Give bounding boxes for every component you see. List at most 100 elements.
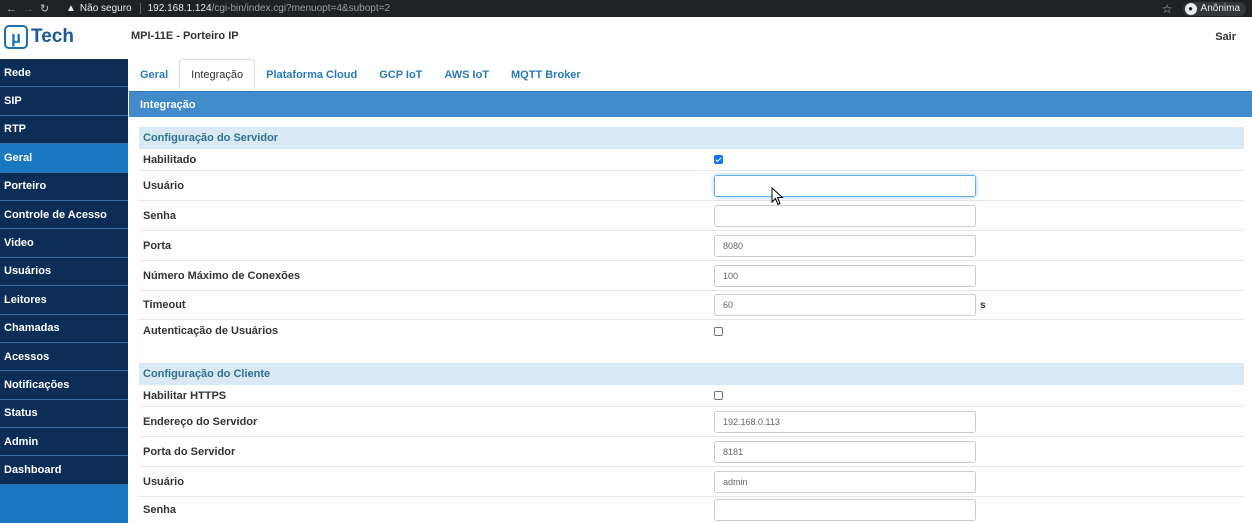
url-path: /cgi-bin/index.cgi?menuopt=4&subopt=2 (211, 3, 391, 14)
https-checkbox[interactable] (714, 391, 723, 400)
client-password-label: Senha (143, 504, 177, 516)
client-config-title: Configuração do Cliente (139, 363, 1244, 385)
sidebar-item-geral[interactable]: Geral (0, 144, 128, 173)
security-label: Não seguro (79, 3, 132, 14)
client-password-input[interactable] (714, 499, 976, 521)
tab-bar: Geral Integração Plataforma Cloud GCP Io… (129, 59, 592, 89)
sidebar-item-label: Controle de Acesso (4, 208, 107, 221)
sidebar-item-video[interactable]: Video (0, 229, 128, 258)
sidebar-item-label: Notificações (4, 378, 70, 391)
sidebar: Rede SIP RTP Geral Porteiro Controle de … (0, 59, 128, 523)
back-icon[interactable]: ← (6, 3, 17, 15)
url-host: 192.168.1.124 (147, 3, 212, 14)
sidebar-item-acessos[interactable]: Acessos (0, 342, 128, 372)
panel-title: Integração (129, 91, 1252, 117)
sidebar-item-porteiro[interactable]: Porteiro (0, 172, 128, 201)
logo-text: Tech (31, 26, 74, 47)
client-user-input[interactable] (714, 470, 976, 493)
server-password-row: Senha (139, 201, 1244, 231)
sidebar-item-label: RTP (4, 123, 26, 136)
server-user-row: Usuário (139, 171, 1244, 201)
logo-mark: µ (4, 25, 28, 49)
server-address-input[interactable] (714, 410, 976, 433)
page-title: MPI-11E - Porteiro IP (131, 30, 239, 42)
timeout-input[interactable] (714, 294, 976, 316)
timeout-unit: s (980, 299, 986, 311)
incognito-icon: ● (1184, 2, 1197, 15)
sidebar-item-label: Status (4, 407, 38, 420)
server-password-label: Senha (143, 209, 177, 222)
browser-toolbar: ← → ↻ ▲ Não seguro 192.168.1.124/cgi-bin… (0, 0, 1252, 17)
tab-geral[interactable]: Geral (129, 60, 179, 89)
server-enabled-checkbox[interactable] (714, 155, 723, 164)
forward-icon[interactable]: → (23, 3, 34, 15)
sidebar-item-label: Video (4, 237, 34, 250)
browser-nav: ← → ↻ (0, 2, 66, 16)
server-address-label: Endereço do Servidor (143, 415, 258, 428)
client-user-row: Usuário (139, 467, 1244, 497)
tab-gcp-iot[interactable]: GCP IoT (368, 60, 433, 89)
timeout-label: Timeout (143, 299, 186, 311)
server-user-label: Usuário (143, 179, 184, 192)
sidebar-item-sip[interactable]: SIP (0, 87, 128, 116)
server-address-row: Endereço do Servidor (139, 407, 1244, 437)
server-port-row: Porta (139, 231, 1244, 261)
sidebar-item-label: Chamadas (4, 322, 60, 335)
app-header: µ Tech MPI-11E - Porteiro IP Sair (0, 17, 1252, 59)
profile-label: Anônima (1200, 3, 1240, 14)
client-user-label: Usuário (143, 475, 184, 488)
reload-icon[interactable]: ↻ (40, 2, 49, 15)
bookmark-star-icon[interactable]: ☆ (1162, 2, 1173, 16)
server-enabled-row: Habilitado (139, 149, 1244, 171)
sidebar-item-rtp[interactable]: RTP (0, 115, 128, 145)
user-auth-checkbox[interactable] (714, 326, 723, 336)
server-config-title: Configuração do Servidor (139, 127, 1244, 149)
timeout-row: Timeout s (139, 291, 1244, 320)
client-server-port-row: Porta do Servidor (139, 437, 1244, 467)
client-server-port-input[interactable] (714, 440, 976, 463)
server-port-label: Porta (143, 239, 172, 252)
tab-aws-iot[interactable]: AWS IoT (433, 60, 500, 89)
max-connections-label: Número Máximo de Conexões (143, 269, 301, 282)
server-password-input[interactable] (714, 204, 976, 227)
address-separator (139, 3, 141, 14)
tab-integracao[interactable]: Integração (179, 59, 256, 89)
sidebar-item-dashboard[interactable]: Dashboard (0, 456, 128, 485)
mouse-pointer-icon (771, 187, 784, 206)
client-server-port-label: Porta do Servidor (143, 445, 236, 458)
sidebar-item-controle-acesso[interactable]: Controle de Acesso (0, 200, 128, 230)
address-bar[interactable]: ▲ Não seguro 192.168.1.124/cgi-bin/index… (66, 1, 391, 16)
sidebar-item-label: Acessos (4, 350, 50, 363)
sidebar-item-admin[interactable]: Admin (0, 428, 128, 457)
user-auth-label: Autenticação de Usuários (143, 325, 279, 337)
sidebar-item-label: Dashboard (4, 464, 62, 477)
sidebar-item-chamadas[interactable]: Chamadas (0, 314, 128, 343)
sidebar-item-notificacoes[interactable]: Notificações (0, 371, 128, 400)
sidebar-item-label: Admin (4, 435, 39, 448)
server-enabled-label: Habilitado (143, 153, 197, 166)
sidebar-item-label: SIP (4, 95, 22, 108)
user-auth-row: Autenticação de Usuários (139, 320, 1244, 342)
server-port-input[interactable] (714, 234, 976, 257)
https-row: Habilitar HTTPS (139, 385, 1244, 407)
profile-button[interactable]: ● Anônima (1182, 1, 1246, 16)
logout-link[interactable]: Sair (1215, 31, 1236, 43)
sidebar-item-label: Porteiro (4, 180, 47, 193)
sidebar-item-label: Rede (4, 66, 31, 79)
logo: µ Tech (4, 25, 74, 49)
max-connections-input[interactable] (714, 264, 976, 287)
warning-icon: ▲ (66, 3, 76, 14)
sidebar-item-leitores[interactable]: Leitores (0, 286, 128, 315)
sidebar-item-label: Leitores (4, 293, 47, 306)
sidebar-item-rede[interactable]: Rede (0, 59, 128, 88)
https-label: Habilitar HTTPS (143, 389, 227, 402)
max-connections-row: Número Máximo de Conexões (139, 261, 1244, 291)
tab-mqtt-broker[interactable]: MQTT Broker (500, 60, 592, 89)
sidebar-item-label: Usuários (4, 265, 52, 278)
sidebar-item-label: Geral (4, 151, 33, 164)
client-password-row: Senha (139, 497, 1244, 523)
server-user-input[interactable] (714, 174, 976, 197)
sidebar-item-usuarios[interactable]: Usuários (0, 257, 128, 287)
tab-plataforma-cloud[interactable]: Plataforma Cloud (255, 60, 368, 89)
sidebar-item-status[interactable]: Status (0, 399, 128, 429)
